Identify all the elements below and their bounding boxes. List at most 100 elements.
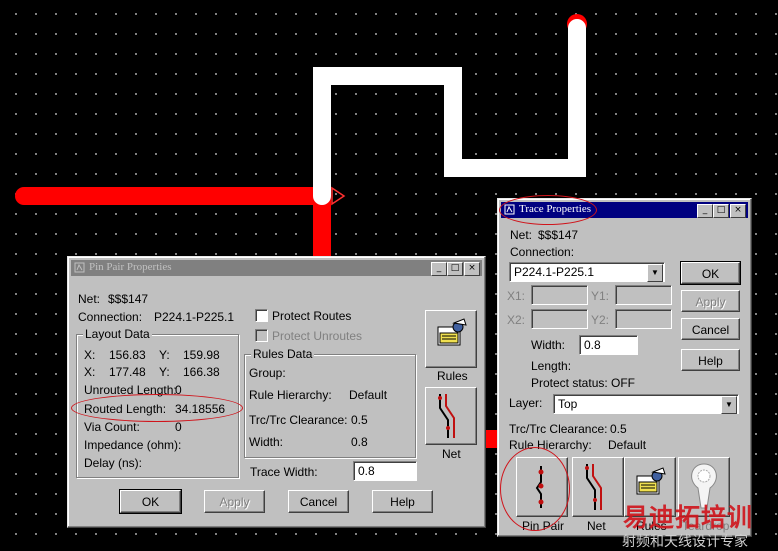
trace-width-input[interactable]: 0.8	[353, 461, 417, 481]
group-label: Group:	[249, 366, 286, 380]
watermark-line1: 易迪拓培训	[623, 504, 754, 532]
protect-unroutes-checkbox[interactable]	[255, 329, 268, 342]
layout-data-title: Layout Data	[83, 327, 152, 341]
y1-label: Y:	[159, 348, 170, 362]
via-count-label: Via Count:	[84, 420, 140, 434]
impedance-label: Impedance (ohm):	[84, 438, 182, 452]
pin-pair-properties-dialog: Pin Pair Properties _ □ × Net: $$$147 Co…	[67, 256, 486, 528]
connection-value: P224.1-P225.1	[514, 265, 595, 279]
width-label: Width:	[531, 338, 566, 352]
net-icon	[438, 394, 455, 438]
clearance-label: Trc/Trc Clearance:	[249, 413, 348, 427]
trace-width-label: Trace Width:	[250, 465, 318, 479]
dialog-title: Pin Pair Properties	[89, 261, 172, 273]
trace-properties-dialog: Trace Properties _ □ × Net: $$$147 Conne…	[497, 195, 752, 537]
rules-icon-button[interactable]	[425, 310, 477, 368]
maximize-button[interactable]: □	[447, 262, 463, 276]
connection-value: P224.1-P225.1	[154, 310, 235, 324]
protect-routes-label: Protect Routes	[272, 309, 352, 323]
rules-button-label: Rules	[437, 369, 468, 383]
layer-dropdown[interactable]: Top ▼	[553, 394, 739, 414]
length-label: Length:	[531, 359, 572, 373]
rules-data-title: Rules Data	[251, 347, 315, 361]
maximize-button[interactable]: □	[713, 204, 729, 218]
x2-label: X:	[84, 365, 96, 379]
net-button-label: Net	[587, 519, 606, 533]
net-label: Net:	[510, 228, 533, 242]
pin-pair-highlight	[500, 447, 570, 531]
help-button[interactable]: Help	[681, 349, 740, 371]
y1-input[interactable]	[615, 285, 672, 305]
net-value: $$$147	[538, 228, 579, 242]
rule-hierarchy-value: Default	[608, 438, 647, 452]
connection-dropdown[interactable]: P224.1-P225.1 ▼	[509, 262, 665, 282]
white-selected-route[interactable]	[313, 19, 586, 205]
close-button[interactable]: ×	[464, 262, 480, 276]
connection-label: Connection:	[78, 310, 143, 324]
clearance-label: Trc/Trc Clearance:	[509, 422, 608, 436]
x2-input[interactable]	[531, 309, 588, 329]
rule-hierarchy-label: Rule Hierarchy:	[249, 388, 332, 402]
net-value: $$$147	[108, 292, 149, 306]
apply-label: Apply	[219, 495, 250, 509]
minimize-button[interactable]: _	[697, 204, 713, 218]
help-label: Help	[698, 354, 723, 368]
help-label: Help	[390, 495, 415, 509]
delay-label: Delay (ns):	[84, 456, 143, 470]
net-icon-button[interactable]	[572, 457, 624, 517]
net-label: Net:	[78, 292, 101, 306]
y1-value: 159.98	[183, 348, 220, 362]
protect-status-value: OFF	[611, 376, 635, 390]
x1-label: X1:	[507, 289, 526, 303]
y1-label: Y1:	[591, 289, 610, 303]
net-icon	[585, 464, 602, 510]
clearance-value: 0.5	[610, 422, 627, 436]
width-label: Width:	[249, 435, 284, 449]
apply-button[interactable]: Apply	[681, 290, 740, 312]
x2-value: 177.48	[109, 365, 146, 379]
rules-icon	[437, 318, 467, 346]
watermark-line2: 射频和天线设计专家	[622, 533, 748, 549]
help-button[interactable]: Help	[372, 490, 433, 513]
connection-label: Connection:	[510, 245, 575, 259]
x1-label: X:	[84, 348, 96, 362]
ok-button[interactable]: OK	[681, 262, 740, 284]
protect-status-label: Protect status:	[531, 376, 608, 390]
title-highlight	[499, 195, 597, 225]
y2-input[interactable]	[615, 309, 672, 329]
cancel-label: Cancel	[299, 495, 338, 509]
width-input[interactable]: 0.8	[579, 335, 638, 355]
protect-routes-checkbox[interactable]	[255, 309, 268, 322]
x1-value: 156.83	[109, 348, 146, 362]
pin-pair-titlebar[interactable]: Pin Pair Properties _ □ ×	[71, 260, 482, 276]
apply-label: Apply	[695, 295, 726, 309]
ok-label: OK	[141, 495, 160, 509]
apply-button[interactable]: Apply	[204, 490, 265, 513]
y2-label: Y2:	[591, 313, 610, 327]
chevron-down-icon[interactable]: ▼	[721, 396, 737, 414]
net-button-label: Net	[442, 447, 461, 461]
x1-input[interactable]	[531, 285, 588, 305]
net-icon-button[interactable]	[425, 387, 477, 445]
protect-unroutes-label: Protect Unroutes	[272, 329, 363, 343]
x2-label: X2:	[507, 313, 526, 327]
layer-value: Top	[558, 397, 578, 411]
clearance-value: 0.5	[351, 413, 368, 427]
ok-button[interactable]: OK	[120, 490, 181, 513]
chevron-down-icon[interactable]: ▼	[647, 264, 663, 282]
app-icon	[74, 262, 85, 273]
cancel-button[interactable]: Cancel	[288, 490, 349, 513]
cancel-button[interactable]: Cancel	[681, 318, 740, 340]
via-count-value: 0	[175, 420, 182, 434]
close-button[interactable]: ×	[730, 204, 746, 218]
width-value: 0.8	[351, 435, 368, 449]
ok-label: OK	[701, 267, 720, 281]
y2-label: Y:	[159, 365, 170, 379]
routed-length-highlight	[71, 394, 243, 422]
minimize-button[interactable]: _	[431, 262, 447, 276]
layer-label: Layer:	[509, 396, 543, 410]
rule-hierarchy-value: Default	[349, 388, 388, 402]
y2-value: 166.38	[183, 365, 220, 379]
cancel-label: Cancel	[691, 323, 730, 337]
watermark: 易迪拓培训 射频和天线设计专家	[620, 500, 778, 550]
